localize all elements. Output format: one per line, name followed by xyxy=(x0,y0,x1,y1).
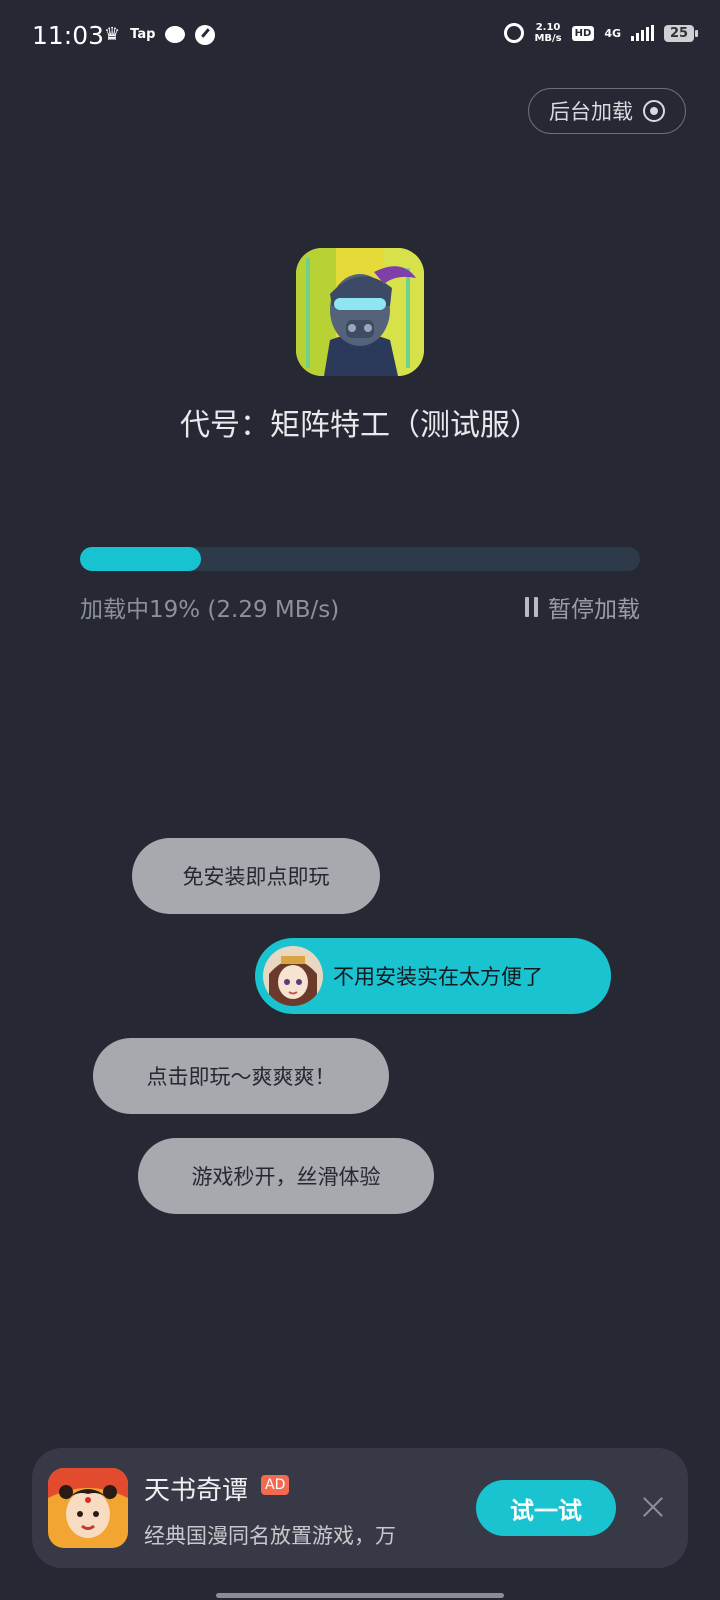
pause-loading-button[interactable]: 暂停加载 xyxy=(525,590,640,624)
status-icons-left: ♛ Tap xyxy=(104,24,216,45)
chat-bubble-with-avatar: 不用安装实在太方便了 xyxy=(255,938,611,1014)
chat-bubble-text: 游戏秒开，丝滑体验 xyxy=(191,1165,381,1189)
ad-app-icon[interactable] xyxy=(48,1468,128,1548)
crown-icon: ♛ xyxy=(104,24,121,45)
home-indicator[interactable] xyxy=(216,1593,504,1598)
status-icons-right: 2.10 MB/s HD 4G 25 xyxy=(504,22,698,44)
game-app-icon xyxy=(296,248,424,376)
hd-badge: HD xyxy=(571,25,595,41)
tap-icon: Tap xyxy=(130,27,156,42)
close-icon[interactable] xyxy=(638,1492,668,1522)
chat-bubble-text: 不用安装实在太方便了 xyxy=(333,965,543,989)
target-icon xyxy=(643,100,665,122)
message-icon xyxy=(165,26,186,43)
chat-bubble: 点击即玩～爽爽爽！ xyxy=(93,1038,389,1114)
background-load-label: 后台加载 xyxy=(549,100,633,124)
pause-icon xyxy=(525,597,538,617)
network-type: 4G xyxy=(604,26,621,40)
status-time: 11:03 xyxy=(32,21,105,50)
network-speed-unit: MB/s xyxy=(534,33,562,44)
network-speed-value: 2.10 xyxy=(535,22,561,33)
chat-bubble-text: 免安装即点即玩 xyxy=(182,865,330,889)
avatar xyxy=(263,946,323,1006)
chat-bubble: 游戏秒开，丝滑体验 xyxy=(138,1138,434,1214)
pause-loading-label: 暂停加载 xyxy=(548,597,640,623)
background-load-button[interactable]: 后台加载 xyxy=(528,88,686,134)
battery-icon: 25 xyxy=(664,24,698,42)
progress-bar-fill xyxy=(80,547,202,571)
app-title: 代号：矩阵特工（测试服） xyxy=(180,408,540,443)
ad-badge: AD xyxy=(261,1475,290,1495)
network-speed: 2.10 MB/s xyxy=(534,22,561,44)
progress-status-text: 加载中19% (2.29 MB/s) xyxy=(80,597,340,623)
progress-bar xyxy=(80,547,640,571)
speedometer-icon xyxy=(195,24,216,45)
signal-icon xyxy=(631,25,654,41)
ad-description: 经典国漫同名放置游戏，万 xyxy=(144,1524,396,1548)
chat-bubble: 免安装即点即玩 xyxy=(132,838,380,914)
ad-title: 天书奇谭 xyxy=(144,1476,249,1506)
alarm-icon xyxy=(504,23,525,43)
status-bar: 11:03 ♛ Tap 2.10 MB/s HD 4G 25 xyxy=(0,0,720,72)
chat-bubble-text: 点击即玩～爽爽爽！ xyxy=(146,1065,336,1089)
try-button[interactable]: 试一试 xyxy=(476,1480,616,1536)
ad-card[interactable]: 天书奇谭 AD 经典国漫同名放置游戏，万 试一试 xyxy=(32,1448,688,1568)
